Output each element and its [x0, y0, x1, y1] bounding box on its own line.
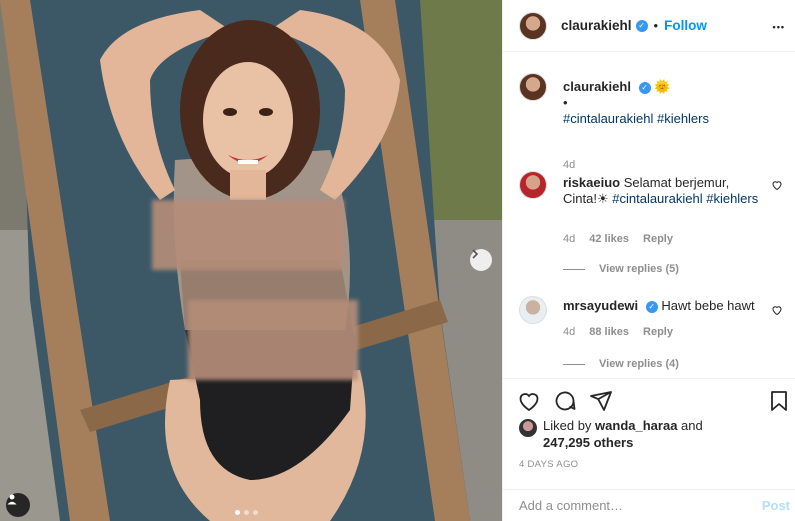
- comment-body: mrsayudewi ✓ Hawt bebe hawt: [563, 298, 763, 314]
- caption-bullet: •: [563, 95, 568, 110]
- like-heart-icon[interactable]: [517, 389, 541, 413]
- comments-list[interactable]: claurakiehl ✓ 🌞 • #cintalaurakiehl #kieh…: [503, 53, 795, 378]
- carousel-dot: [235, 510, 240, 515]
- verified-badge-icon: ✓: [645, 300, 658, 313]
- like-comment-heart-icon[interactable]: [771, 304, 783, 316]
- caption-meta: 4d: [563, 159, 575, 171]
- caption-age: 4d: [563, 159, 576, 171]
- comment-meta: 4d 88 likes Reply: [563, 326, 673, 338]
- tagged-users-button[interactable]: [6, 493, 30, 517]
- comment-age: 4d: [563, 233, 576, 245]
- author-avatar[interactable]: [519, 11, 547, 40]
- hashtag-link[interactable]: #kiehlers: [706, 191, 758, 206]
- comment-body: riskaeiuo Selamat berjemur, Cinta!☀ #cin…: [563, 175, 763, 207]
- commenter-avatar[interactable]: [519, 296, 547, 324]
- reply-button[interactable]: Reply: [643, 233, 673, 245]
- hashtag-link[interactable]: #cintalaurakiehl: [563, 111, 653, 126]
- post-actions: [503, 378, 795, 421]
- comment-bubble-icon[interactable]: [553, 389, 577, 413]
- post-comment-button[interactable]: Post: [762, 498, 795, 513]
- comment-input[interactable]: [519, 498, 762, 513]
- comment-age: 4d: [563, 326, 576, 338]
- view-replies-button[interactable]: View replies (5): [563, 263, 679, 275]
- post-header: claurakiehl ✓ • Follow •••: [503, 0, 795, 52]
- likes-summary: Liked by wanda_haraa and 247,295 others: [519, 417, 789, 451]
- bookmark-icon[interactable]: [767, 389, 791, 413]
- comment-item: riskaeiuo Selamat berjemur, Cinta!☀ #cin…: [519, 171, 787, 275]
- like-comment-heart-icon[interactable]: [771, 179, 783, 191]
- chevron-right-icon: [472, 249, 479, 259]
- caption-emoji: 🌞: [654, 79, 671, 94]
- commenter-username[interactable]: riskaeiuo: [563, 175, 620, 190]
- post-photo[interactable]: [0, 0, 502, 521]
- comment-likes[interactable]: 42 likes: [589, 233, 629, 245]
- likes-and: and: [681, 418, 703, 433]
- commenter-avatar[interactable]: [519, 171, 547, 199]
- author-username[interactable]: claurakiehl: [561, 18, 632, 33]
- view-replies-button[interactable]: View replies (4): [563, 358, 679, 370]
- caption-avatar[interactable]: [519, 73, 547, 101]
- censor-blur-bottom: [188, 300, 358, 380]
- more-options-button[interactable]: •••: [773, 17, 785, 35]
- commenter-username[interactable]: mrsayudewi: [563, 298, 638, 313]
- carousel-indicator: [235, 510, 258, 515]
- liker-avatar[interactable]: [519, 419, 537, 437]
- hashtag-link[interactable]: #kiehlers: [657, 111, 709, 126]
- user-icon: [7, 494, 17, 505]
- carousel-dot: [253, 510, 258, 515]
- liker-username[interactable]: wanda_haraa: [595, 418, 677, 433]
- post-side-panel: claurakiehl ✓ • Follow ••• claurakiehl ✓…: [502, 0, 795, 521]
- comment-likes[interactable]: 88 likes: [589, 326, 629, 338]
- header-separator: •: [653, 18, 659, 33]
- comment-text: Hawt bebe hawt: [661, 298, 755, 313]
- reply-button[interactable]: Reply: [643, 326, 673, 338]
- censor-blur-top: [152, 200, 344, 270]
- verified-badge-icon: ✓: [635, 19, 648, 32]
- comment-meta: 4d 42 likes Reply: [563, 233, 673, 245]
- comment-item: mrsayudewi ✓ Hawt bebe hawt 4d 88 likes …: [519, 296, 787, 376]
- more-options-label: •••: [772, 21, 785, 32]
- likes-text: Liked by wanda_haraa and 247,295 others: [543, 417, 789, 451]
- carousel-next-button[interactable]: [470, 249, 492, 271]
- follow-button[interactable]: Follow: [664, 18, 707, 33]
- carousel-dot: [244, 510, 249, 515]
- add-comment-bar: Post: [503, 489, 795, 521]
- hashtag-link[interactable]: #cintalaurakiehl: [612, 191, 702, 206]
- post-timestamp: 4 DAYS AGO: [519, 459, 579, 470]
- likes-prefix: Liked by: [543, 418, 592, 433]
- share-paper-plane-icon[interactable]: [589, 389, 613, 413]
- caption-body: claurakiehl ✓ 🌞 • #cintalaurakiehl #kieh…: [563, 79, 763, 127]
- likes-count[interactable]: 247,295 others: [543, 435, 633, 450]
- verified-badge-icon: ✓: [638, 81, 651, 94]
- caption: claurakiehl ✓ 🌞 • #cintalaurakiehl #kieh…: [519, 73, 787, 171]
- caption-username[interactable]: claurakiehl: [563, 79, 631, 94]
